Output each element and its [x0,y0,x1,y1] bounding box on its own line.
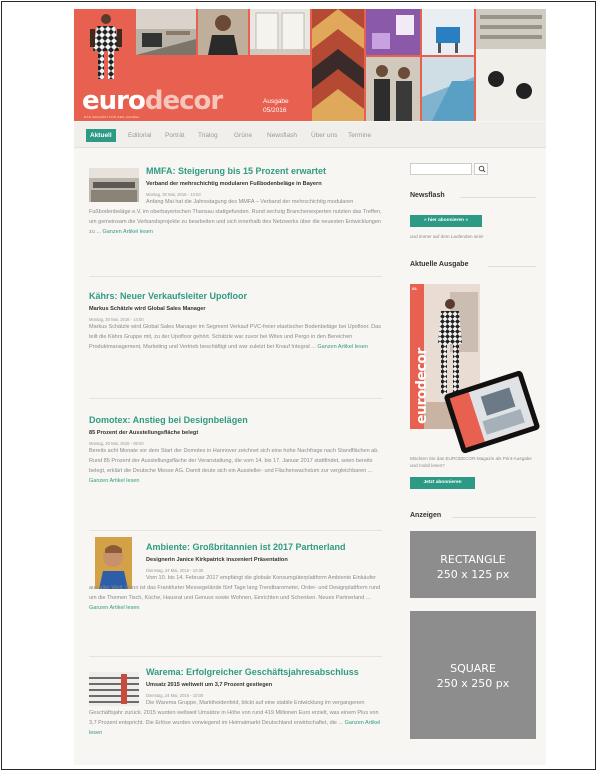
logo-part-decor: decor [144,86,223,116]
article-excerpt: Bereits acht Monate vor dem Start der Do… [89,448,379,474]
issue-label: Ausgabe 05/2016 [263,97,313,115]
article-excerpt: Die Warema Gruppe, Marktheidenfeld, blic… [89,700,379,726]
header-banner: eurodecor DAS MAGAZIN FÜR DEN HANDEL Aus… [74,9,546,121]
search-input[interactable] [410,163,472,175]
newsflash-subscribe-button[interactable]: » hier abonnieren « [410,215,482,227]
ad-square-size: 250 x 250 px [436,677,510,690]
logo-tagline: DAS MAGAZIN FÜR DEN HANDEL [84,115,140,119]
header-photo-men [366,57,420,121]
article-divider [89,656,382,657]
header-photo-pool [422,57,474,121]
article-subtitle: 85 Prozent der Ausstellungsfläche belegt [89,430,199,436]
logo-part-euro: euro [82,86,146,116]
read-more-link[interactable]: Ganzen Artikel lesen [89,605,139,611]
issue-number: 05/2016 [263,107,287,114]
heading-rule [488,266,536,267]
nav-item-gruene[interactable]: Grüne [231,129,255,142]
nav-item-ueber-uns[interactable]: Über uns [308,129,340,142]
article-subtitle: Designerin Janice Kirkpatrick inszeniert… [146,557,288,563]
ad-rectangle-size: 250 x 125 px [436,568,510,581]
article-divider [89,276,382,277]
article-body: Anfang Mai hat die Jahrestagung des MMFA… [89,197,382,237]
article-title[interactable]: MMFA: Steigerung bis 15 Prozent erwartet [146,166,326,176]
ad-square[interactable]: SQUARE 250 x 250 px [410,611,536,739]
main-nav: Aktuell Editorial Porträt Trialog Grüne … [74,122,546,148]
article-title[interactable]: Ambiente: Großbritannien ist 2017 Partne… [146,542,346,552]
nav-item-newsflash[interactable]: Newsflash [264,129,300,142]
search-icon [478,165,486,173]
header-photo-library [476,9,546,121]
search-button[interactable] [474,163,488,175]
issue-promo-text: Möchten Sie das EURODECOR-Magazin als Pr… [410,456,532,468]
nav-item-editorial[interactable]: Editorial [125,129,154,142]
article-title[interactable]: Kährs: Neuer Verkaufsleiter Upofloor [89,291,247,301]
header-photo-window [250,9,310,55]
ads-heading: Anzeigen [410,512,442,519]
issue-label-text: Ausgabe [263,98,289,105]
article-body: Die Warema Gruppe, Marktheidenfeld, blic… [89,698,382,738]
article-body: Bereits acht Monate vor dem Start der Do… [89,446,382,486]
nav-item-trialog[interactable]: Trialog [195,129,221,142]
article-subtitle: Markus Schätzle wird Global Sales Manage… [89,306,206,312]
cover-issue: 05. [412,286,418,291]
nav-item-aktuell[interactable]: Aktuell [86,129,116,142]
cover-logo: eurodecor [414,348,430,424]
article-title[interactable]: Domotex: Anstieg bei Designbelägen [89,415,248,425]
ad-rectangle-label: RECTANGLE [440,553,506,566]
read-more-link[interactable]: Ganzen Artikel lesen [317,344,367,350]
article-excerpt: Vom 10. bis 14. Februar 2017 empfängt di… [89,575,381,601]
page: eurodecor DAS MAGAZIN FÜR DEN HANDEL Aus… [74,9,546,765]
nav-item-portraet[interactable]: Porträt [162,129,188,142]
nav-item-termine[interactable]: Termine [345,129,374,142]
article-subtitle: Umsatz 2015 weltweit um 3,7 Prozent gest… [146,682,273,688]
newsflash-heading: Newsflash [410,192,445,199]
article-body: Markus Schätzle wird Global Sales Manage… [89,322,382,352]
current-issue-heading: Aktuelle Ausgabe [410,261,469,268]
newsflash-text: und immer auf dem Laufenden sein! [410,234,484,239]
header-photo-interior-1 [136,9,196,55]
ad-rectangle[interactable]: RECTANGLE 250 x 125 px [410,531,536,598]
issue-subscribe-button[interactable]: Jetzt abonnieren [410,477,475,489]
article-divider [89,530,382,531]
article-divider [89,398,382,399]
heading-rule [460,197,536,198]
header-photo-blue-chair [422,9,474,55]
article-title[interactable]: Warema: Erfolgreicher Geschäftsjahresabs… [146,667,359,677]
read-more-link[interactable]: Ganzen Artikel lesen [89,478,139,484]
header-photo-purple-room [366,9,420,55]
ad-square-label: SQUARE [450,662,496,675]
heading-rule [452,517,536,518]
read-more-link[interactable]: Ganzen Artikel lesen [102,229,152,235]
header-photo-woman [198,9,248,55]
header-photo-pattern [312,9,364,121]
article-body: Vom 10. bis 14. Februar 2017 empfängt di… [89,573,382,613]
eurodecor-logo[interactable]: eurodecor [82,86,223,116]
article-subtitle: Verband der mehrschichtig modularen Fußb… [146,181,322,187]
header-photo-model [84,11,129,83]
